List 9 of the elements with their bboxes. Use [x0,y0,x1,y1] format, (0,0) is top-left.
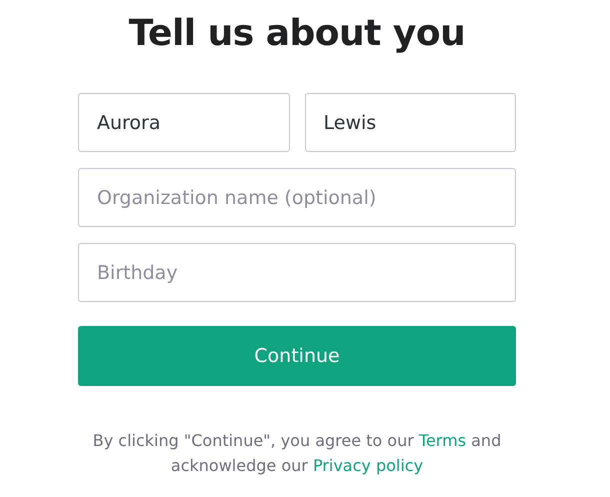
legal-link[interactable]: Privacy policy [312,456,424,476]
legal-link[interactable]: Terms [418,431,466,450]
page-title: Tell us about you [128,12,466,56]
continue-button[interactable]: Continue [78,326,516,386]
name-field[interactable]: Aurora [78,93,290,152]
input-field[interactable]: Birthday [78,243,516,302]
legal-notice: By clicking "Continue", you agree to our Terms and acknowledge our Privacy policy [92,430,502,478]
input-field[interactable]: Organization name (optional) [78,168,516,228]
name-field[interactable]: Lewis [304,93,516,152]
